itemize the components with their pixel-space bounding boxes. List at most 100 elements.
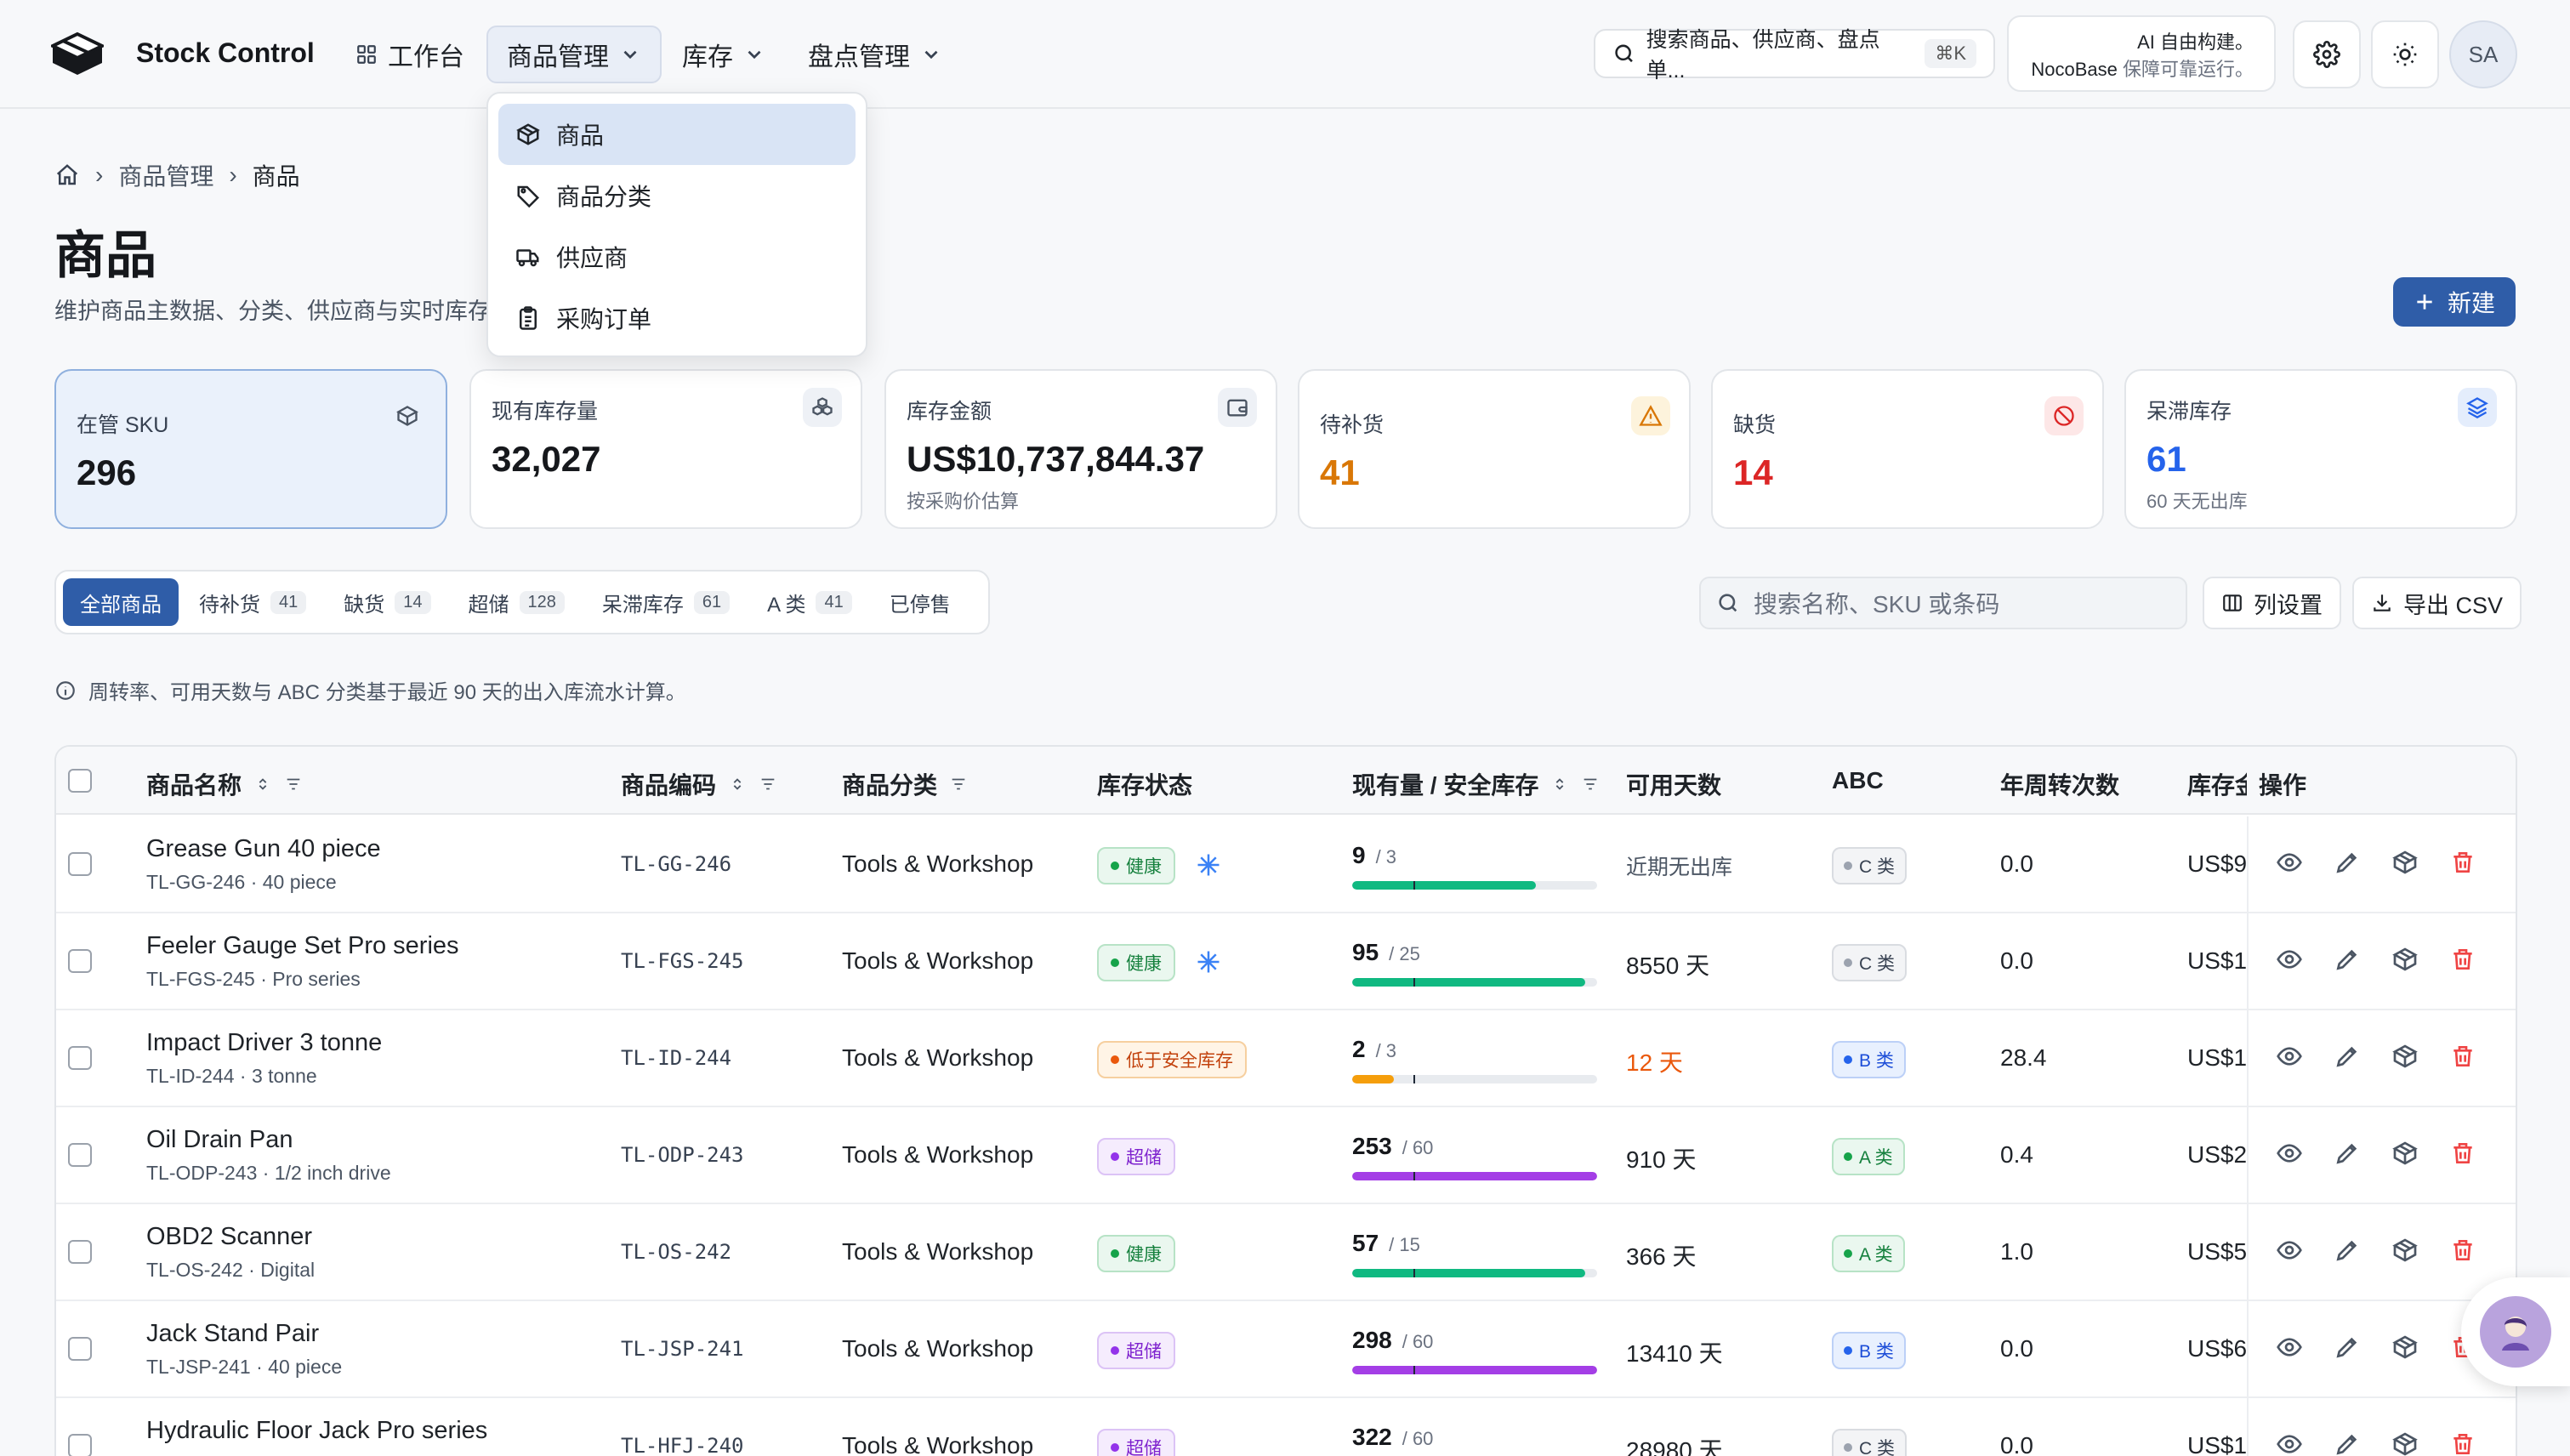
tab-overstock[interactable]: 超储 128 xyxy=(452,578,582,626)
product-name[interactable]: OBD2 Scanner xyxy=(146,1223,312,1251)
table-row[interactable]: Oil Drain Pan TL-ODP-243 · 1/2 inch driv… xyxy=(56,1107,2516,1204)
select-all-checkbox[interactable] xyxy=(68,769,92,793)
settings-button[interactable] xyxy=(2293,20,2361,88)
column-header-abc[interactable]: ABC xyxy=(1832,767,1884,794)
delete-icon[interactable] xyxy=(2449,1237,2476,1264)
column-settings-button[interactable]: 列设置 xyxy=(2203,577,2341,629)
export-csv-button[interactable]: 导出 CSV xyxy=(2352,577,2522,629)
row-checkbox[interactable] xyxy=(68,1046,92,1070)
nav-workbench[interactable]: 工作台 xyxy=(337,26,483,83)
edit-icon[interactable] xyxy=(2334,1043,2361,1070)
view-icon[interactable] xyxy=(2276,1430,2303,1456)
stock-adjust-icon[interactable] xyxy=(2391,849,2419,876)
view-icon[interactable] xyxy=(2276,946,2303,973)
stock-adjust-icon[interactable] xyxy=(2391,1430,2419,1456)
edit-icon[interactable] xyxy=(2334,849,2361,876)
filter-icon[interactable] xyxy=(949,775,968,793)
global-search-button[interactable]: 搜索商品、供应商、盘点单... ⌘K xyxy=(1594,28,1995,82)
stat-card-slow-moving[interactable]: 呆滞库存 61 60 天无出库 xyxy=(2124,369,2517,529)
product-name[interactable]: Hydraulic Floor Jack Pro series xyxy=(146,1417,487,1445)
theme-toggle-button[interactable] xyxy=(2371,20,2439,88)
column-header-amount[interactable]: 库存金 xyxy=(2187,767,2247,801)
home-icon[interactable] xyxy=(54,162,80,188)
edit-icon[interactable] xyxy=(2334,1140,2361,1167)
product-name[interactable]: Oil Drain Pan xyxy=(146,1126,293,1154)
column-header-category[interactable]: 商品分类 xyxy=(842,767,968,801)
nav-product-management[interactable]: 商品管理 xyxy=(486,26,662,83)
stock-adjust-icon[interactable] xyxy=(2391,946,2419,973)
stat-card-on-hand[interactable]: 现有库存量 32,027 xyxy=(469,369,862,529)
app-title[interactable]: Stock Control xyxy=(136,37,315,69)
view-icon[interactable] xyxy=(2276,1237,2303,1264)
stat-card-stock-value[interactable]: 库存金额 US$10,737,844.37 按采购价估算 xyxy=(884,369,1277,529)
table-row[interactable]: Feeler Gauge Set Pro series TL-FGS-245 ·… xyxy=(56,913,2516,1010)
table-row[interactable]: OBD2 Scanner TL-OS-242 · Digital TL-OS-2… xyxy=(56,1204,2516,1301)
nav-inventory[interactable]: 库存 xyxy=(663,26,784,83)
row-checkbox[interactable] xyxy=(68,852,92,876)
product-name[interactable]: Jack Stand Pair xyxy=(146,1320,319,1348)
table-row[interactable]: Grease Gun 40 piece TL-GG-246 · 40 piece… xyxy=(56,816,2516,913)
nav-stocktake[interactable]: 盘点管理 xyxy=(789,26,961,83)
column-header-qty[interactable]: 现有量 / 安全库存 xyxy=(1352,767,1600,801)
table-row[interactable]: Jack Stand Pair TL-JSP-241 · 40 piece TL… xyxy=(56,1301,2516,1398)
view-icon[interactable] xyxy=(2276,1334,2303,1361)
tab-replenish[interactable]: 待补货 41 xyxy=(182,578,323,626)
delete-icon[interactable] xyxy=(2449,946,2476,973)
user-avatar[interactable]: SA xyxy=(2449,20,2517,88)
table-row[interactable]: Impact Driver 3 tonne TL-ID-244 · 3 tonn… xyxy=(56,1010,2516,1107)
filter-icon[interactable] xyxy=(1581,775,1600,793)
column-header-code[interactable]: 商品编码 xyxy=(621,767,777,801)
tab-class-a[interactable]: A 类 41 xyxy=(750,578,869,626)
view-icon[interactable] xyxy=(2276,1043,2303,1070)
tab-slow-moving[interactable]: 呆滞库存 61 xyxy=(585,578,747,626)
row-checkbox[interactable] xyxy=(68,949,92,973)
tab-out-of-stock[interactable]: 缺货 14 xyxy=(327,578,447,626)
stock-adjust-icon[interactable] xyxy=(2391,1043,2419,1070)
dropdown-item-products[interactable]: 商品 xyxy=(498,104,856,165)
stat-card-out-of-stock[interactable]: 缺货 14 xyxy=(1711,369,2104,529)
edit-icon[interactable] xyxy=(2334,1430,2361,1456)
row-checkbox[interactable] xyxy=(68,1240,92,1264)
column-header-days[interactable]: 可用天数 xyxy=(1626,767,1721,801)
new-button[interactable]: 新建 xyxy=(2393,277,2516,327)
stat-card-sku[interactable]: 在管 SKU 296 xyxy=(54,369,447,529)
table-row[interactable]: Hydraulic Floor Jack Pro series TL-HFJ-2… xyxy=(56,1398,2516,1456)
filter-icon[interactable] xyxy=(284,775,303,793)
product-name[interactable]: Impact Driver 3 tonne xyxy=(146,1029,382,1057)
view-icon[interactable] xyxy=(2276,1140,2303,1167)
ai-assistant-button[interactable] xyxy=(2461,1277,2570,1386)
sort-icon[interactable] xyxy=(253,775,272,793)
row-checkbox[interactable] xyxy=(68,1337,92,1361)
tab-discontinued[interactable]: 已停售 xyxy=(873,578,968,626)
delete-icon[interactable] xyxy=(2449,1430,2476,1456)
column-header-name[interactable]: 商品名称 xyxy=(146,767,303,801)
row-checkbox[interactable] xyxy=(68,1434,92,1456)
column-header-turnover[interactable]: 年周转次数 xyxy=(2000,767,2119,801)
dropdown-item-purchase-orders[interactable]: 采购订单 xyxy=(498,287,856,349)
filter-icon[interactable] xyxy=(759,775,777,793)
column-header-status[interactable]: 库存状态 xyxy=(1097,767,1192,801)
stock-adjust-icon[interactable] xyxy=(2391,1334,2419,1361)
delete-icon[interactable] xyxy=(2449,1043,2476,1070)
edit-icon[interactable] xyxy=(2334,1237,2361,1264)
dropdown-item-categories[interactable]: 商品分类 xyxy=(498,165,856,226)
stock-adjust-icon[interactable] xyxy=(2391,1237,2419,1264)
edit-icon[interactable] xyxy=(2334,946,2361,973)
breadcrumb-section[interactable]: 商品管理 xyxy=(118,158,213,192)
edit-icon[interactable] xyxy=(2334,1334,2361,1361)
table-search-input[interactable]: 搜索名称、SKU 或条码 xyxy=(1699,577,2187,629)
logo-icon[interactable] xyxy=(51,32,104,77)
row-checkbox[interactable] xyxy=(68,1143,92,1167)
tab-all-products[interactable]: 全部商品 xyxy=(63,578,179,626)
nocobase-brand-card[interactable]: AI 自由构建。 NocoBase 保障可靠运行。 xyxy=(2007,15,2276,92)
product-name[interactable]: Grease Gun 40 piece xyxy=(146,835,381,863)
sort-icon[interactable] xyxy=(728,775,747,793)
stock-adjust-icon[interactable] xyxy=(2391,1140,2419,1167)
stat-card-replenish[interactable]: 待补货 41 xyxy=(1298,369,1691,529)
product-name[interactable]: Feeler Gauge Set Pro series xyxy=(146,932,459,960)
dropdown-item-suppliers[interactable]: 供应商 xyxy=(498,226,856,287)
view-icon[interactable] xyxy=(2276,849,2303,876)
sort-icon[interactable] xyxy=(1550,775,1569,793)
delete-icon[interactable] xyxy=(2449,849,2476,876)
delete-icon[interactable] xyxy=(2449,1140,2476,1167)
